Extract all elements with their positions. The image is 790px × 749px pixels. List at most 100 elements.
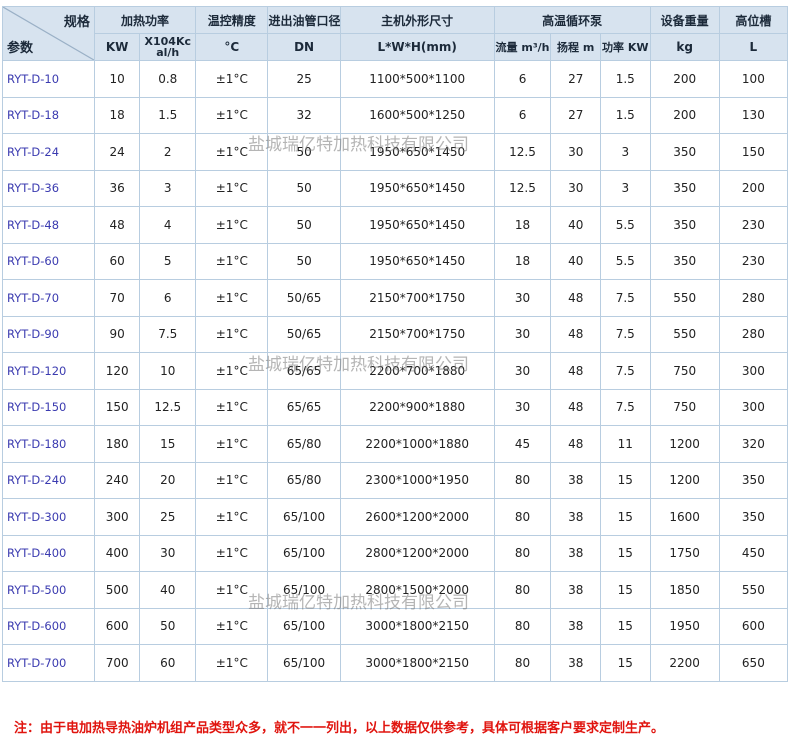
cell-dn: 65/65 (267, 388, 341, 426)
cell-weight: 750 (649, 352, 720, 390)
cell-weight: 200 (649, 60, 720, 98)
cell-size: 2200*700*1880 (339, 352, 495, 390)
table-row: RYT-D-700 700 60 ±1°C 65/100 3000*1800*2150 80… (2, 644, 789, 682)
cell-pw: 3 (599, 133, 651, 171)
cell-head: 48 (550, 425, 601, 463)
cell-kw: 120 (93, 352, 141, 390)
cell-kw: 70 (93, 279, 141, 317)
cell-tank: 350 (718, 498, 789, 536)
cell-pw: 15 (599, 498, 651, 536)
cell-size: 3000*1800*2150 (339, 607, 495, 645)
cell-pw: 5.5 (599, 206, 651, 244)
cell-kcal: 50 (139, 607, 197, 645)
cell-temp: ±1°C (195, 607, 269, 645)
cell-model: RYT-D-120 (2, 352, 95, 390)
cell-flow: 80 (493, 644, 552, 682)
cell-size: 1600*500*1250 (339, 96, 495, 134)
cell-dn: 25 (267, 60, 341, 98)
cell-kcal: 6 (139, 279, 197, 317)
cell-pw: 5.5 (599, 242, 651, 280)
header-temp-unit: °C (195, 33, 269, 61)
cell-head: 27 (550, 60, 601, 98)
cell-head: 48 (550, 388, 601, 426)
cell-head: 38 (550, 498, 601, 536)
cell-kcal: 12.5 (139, 388, 197, 426)
cell-temp: ±1°C (195, 169, 269, 207)
cell-model: RYT-D-36 (2, 169, 95, 207)
cell-size: 2200*1000*1880 (339, 425, 495, 463)
cell-kcal: 15 (139, 425, 197, 463)
cell-model: RYT-D-90 (2, 315, 95, 353)
cell-tank: 300 (718, 388, 789, 426)
cell-kw: 300 (93, 498, 141, 536)
cell-flow: 30 (493, 388, 552, 426)
header-pump-flow: 流量 m³/h (493, 33, 552, 61)
header-pipe-unit: DN (267, 33, 341, 61)
cell-size: 2200*900*1880 (339, 388, 495, 426)
cell-kcal: 10 (139, 352, 197, 390)
cell-head: 38 (550, 571, 601, 609)
table-row: RYT-D-300 300 25 ±1°C 65/100 2600*1200*2000 80… (2, 498, 789, 536)
cell-weight: 350 (649, 206, 720, 244)
header-corner-cell: 规格 参数 (2, 6, 95, 61)
cell-kw: 150 (93, 388, 141, 426)
cell-flow: 80 (493, 571, 552, 609)
cell-head: 48 (550, 279, 601, 317)
cell-head: 38 (550, 534, 601, 572)
cell-model: RYT-D-180 (2, 425, 95, 463)
cell-weight: 1850 (649, 571, 720, 609)
cell-weight: 1600 (649, 498, 720, 536)
cell-flow: 45 (493, 425, 552, 463)
table-row: RYT-D-36 36 3 ±1°C 50 1950*650*1450 12.5 30 3 350… (2, 169, 789, 207)
cell-pw: 1.5 (599, 96, 651, 134)
cell-tank: 300 (718, 352, 789, 390)
cell-size: 2800*1200*2000 (339, 534, 495, 572)
header-corner-bottom: 参数 (7, 41, 34, 56)
cell-tank: 650 (718, 644, 789, 682)
cell-kcal: 1.5 (139, 96, 197, 134)
cell-weight: 1200 (649, 425, 720, 463)
cell-model: RYT-D-60 (2, 242, 95, 280)
cell-model: RYT-D-48 (2, 206, 95, 244)
cell-tank: 150 (718, 133, 789, 171)
table-row: RYT-D-180 180 15 ±1°C 65/80 2200*1000*1880 45 4… (2, 425, 789, 463)
table-row: RYT-D-24 24 2 ±1°C 50 1950*650*1450 12.5 30 3 350… (2, 133, 789, 171)
cell-temp: ±1°C (195, 206, 269, 244)
cell-dn: 50 (267, 242, 341, 280)
cell-kw: 36 (93, 169, 141, 207)
cell-kw: 400 (93, 534, 141, 572)
cell-pw: 15 (599, 461, 651, 499)
cell-tank: 280 (718, 279, 789, 317)
cell-temp: ±1°C (195, 315, 269, 353)
cell-weight: 350 (649, 242, 720, 280)
cell-flow: 18 (493, 242, 552, 280)
cell-model: RYT-D-150 (2, 388, 95, 426)
cell-pw: 15 (599, 644, 651, 682)
cell-kw: 60 (93, 242, 141, 280)
cell-kcal: 40 (139, 571, 197, 609)
cell-head: 38 (550, 461, 601, 499)
table-row: RYT-D-70 70 6 ±1°C 50/65 2150*700*1750 30 48 7.5… (2, 279, 789, 317)
cell-dn: 65/100 (267, 534, 341, 572)
cell-flow: 30 (493, 279, 552, 317)
cell-dn: 50/65 (267, 279, 341, 317)
cell-weight: 2200 (649, 644, 720, 682)
cell-pw: 15 (599, 607, 651, 645)
cell-head: 38 (550, 607, 601, 645)
header-tank: 高位槽 (718, 6, 789, 34)
cell-tank: 320 (718, 425, 789, 463)
cell-flow: 30 (493, 352, 552, 390)
cell-size: 2300*1000*1950 (339, 461, 495, 499)
header-pump-head: 扬程 m (550, 33, 601, 61)
cell-kw: 18 (93, 96, 141, 134)
header-corner-top: 规格 (63, 15, 90, 30)
cell-flow: 80 (493, 461, 552, 499)
spec-table: 规格 参数 加热功率 温控精度 进出油管口径 主机外形尺寸 高温循环泵 设备重量… (2, 6, 789, 682)
cell-flow: 80 (493, 534, 552, 572)
header-power-kcal: X104Kc al/h (139, 33, 197, 61)
cell-dn: 50 (267, 206, 341, 244)
cell-temp: ±1°C (195, 644, 269, 682)
table-row: RYT-D-500 500 40 ±1°C 65/100 2800*1500*2000 80… (2, 571, 789, 609)
table-row: RYT-D-600 600 50 ±1°C 65/100 3000*1800*2150 80… (2, 607, 789, 645)
cell-weight: 200 (649, 96, 720, 134)
